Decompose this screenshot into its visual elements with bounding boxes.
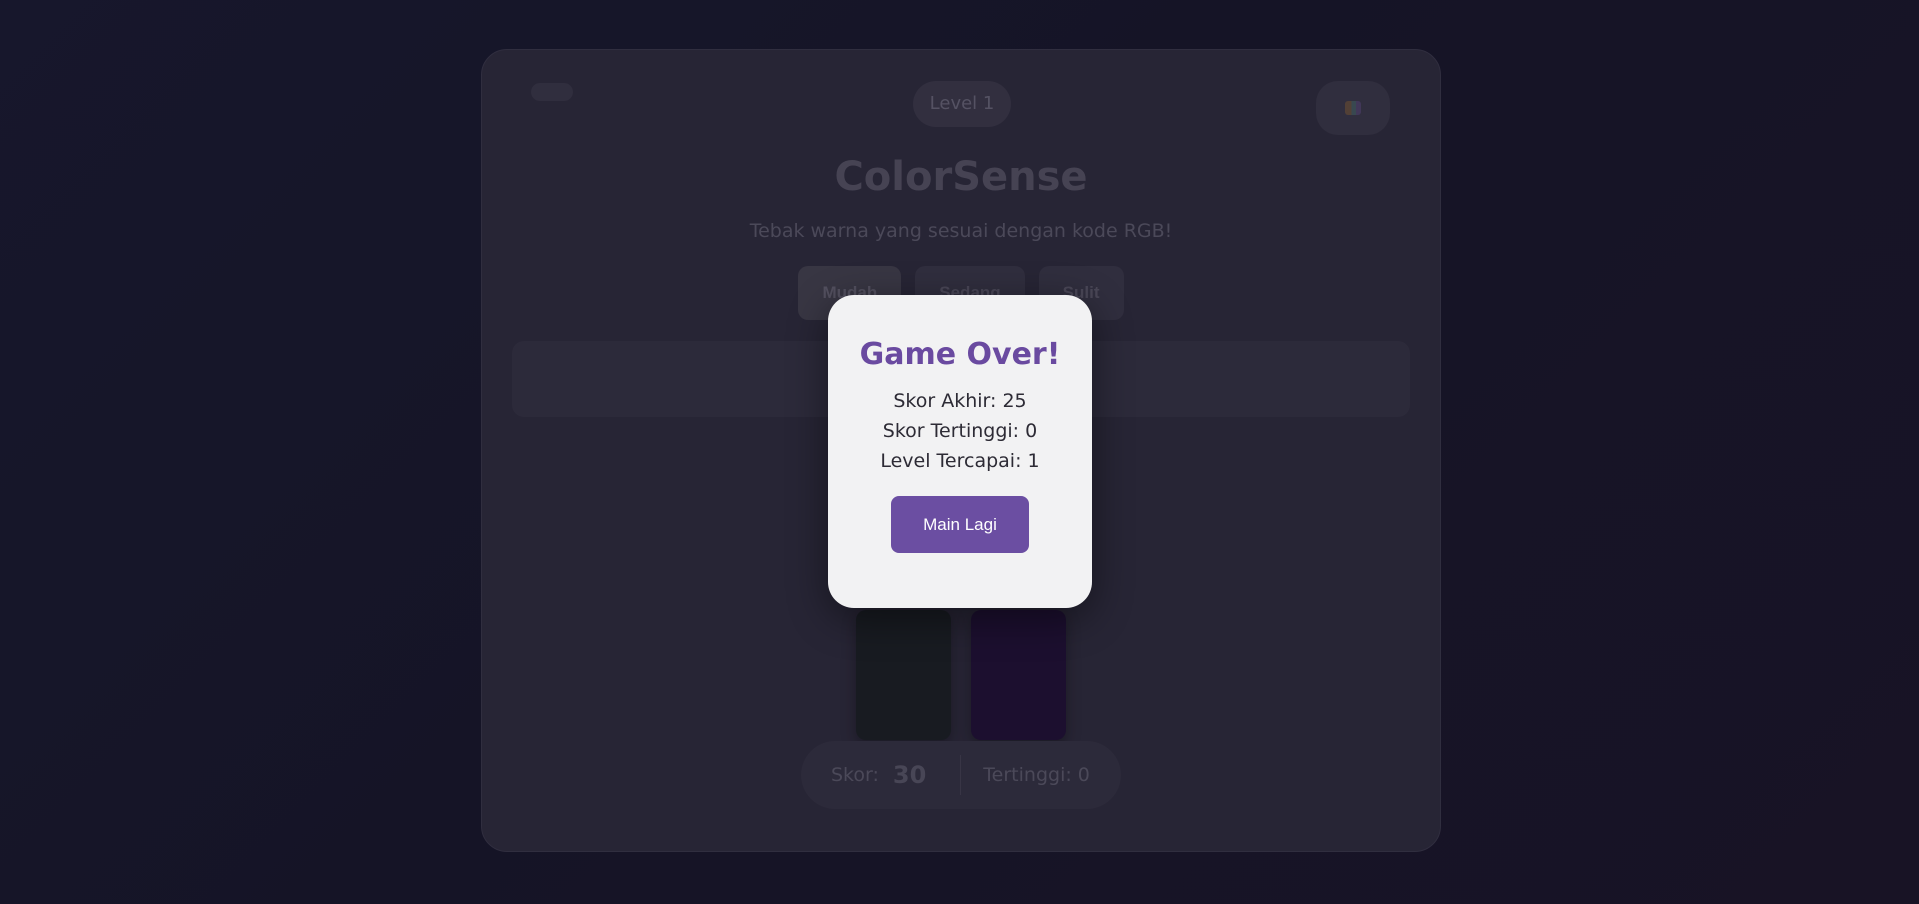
- play-again-button[interactable]: Main Lagi: [891, 496, 1029, 553]
- final-score-text: Skor Akhir: 25: [893, 390, 1027, 412]
- game-over-modal: Game Over! Skor Akhir: 25 Skor Tertinggi…: [828, 295, 1092, 608]
- level-reached-text: Level Tercapai: 1: [880, 450, 1040, 472]
- modal-title: Game Over!: [859, 337, 1061, 372]
- high-score-modal-text: Skor Tertinggi: 0: [882, 420, 1038, 442]
- modal-stats: Skor Akhir: 25 Skor Tertinggi: 0 Level T…: [828, 386, 1092, 476]
